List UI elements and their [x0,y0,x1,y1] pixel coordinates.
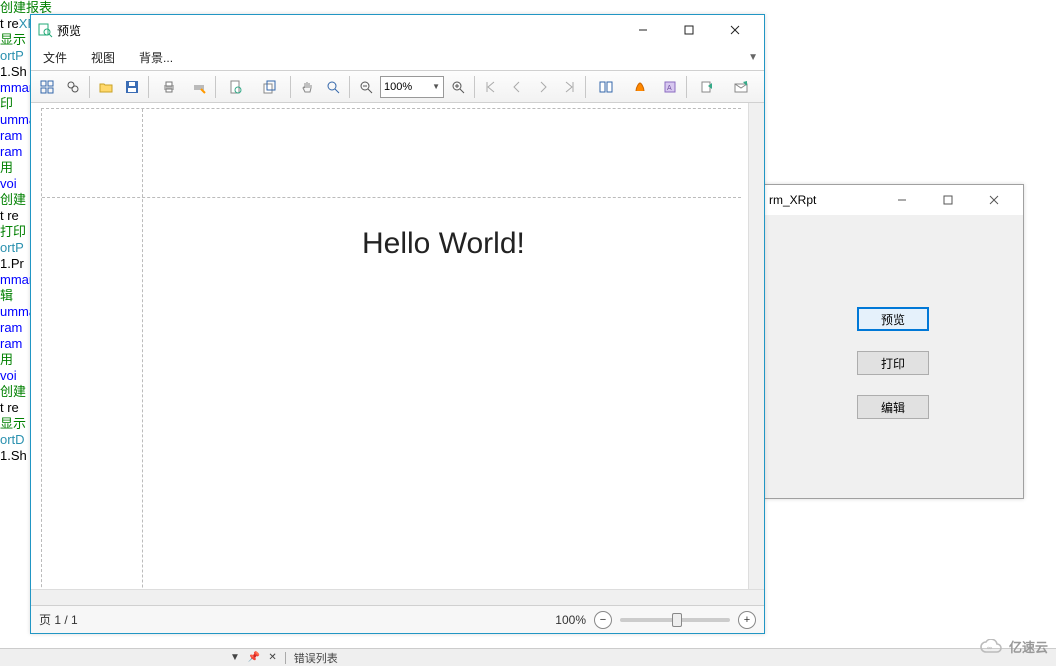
zoom-combo[interactable]: 100% [380,76,444,98]
minimize-button[interactable] [620,15,666,45]
menubar: 文件 视图 背景... ▼ [31,45,764,71]
svg-text:∞: ∞ [987,645,992,652]
preview-title: 预览 [57,22,620,39]
prev-page-icon[interactable] [505,75,529,99]
form-window: rm_XRpt 预览 打印 编辑 [762,184,1024,499]
page: Hello World! [41,108,741,589]
color-icon[interactable] [624,75,656,99]
menu-background[interactable]: 背景... [133,47,179,68]
zoom-slider[interactable] [620,618,730,622]
preview-titlebar[interactable]: 预览 [31,15,764,45]
watermark-text: 亿速云 [1009,637,1048,656]
next-page-icon[interactable] [531,75,555,99]
minimize-button[interactable] [879,185,925,215]
cloud-icon: ∞ [979,639,1005,655]
maximize-button[interactable] [925,185,971,215]
app-icon [37,22,53,38]
watermark-icon[interactable]: A [658,75,682,99]
dropdown-icon[interactable]: ▼ [230,652,240,663]
menu-overflow[interactable]: ▼ [748,52,758,63]
form-titlebar[interactable]: rm_XRpt [763,185,1023,215]
send-icon[interactable] [725,75,757,99]
statusbar: 页 1 / 1 100% − + [31,605,764,633]
print-button[interactable]: 打印 [857,351,929,375]
document-content: Hello World! [362,227,525,261]
horizontal-scrollbar[interactable] [31,589,764,605]
toolbar: 100% A [31,71,764,103]
scale-icon[interactable] [254,75,286,99]
document-viewport[interactable]: Hello World! [31,103,748,589]
print-icon[interactable] [153,75,185,99]
menu-view[interactable]: 视图 [85,47,121,68]
hand-tool-icon[interactable] [295,75,319,99]
zoom-slider-thumb[interactable] [672,613,682,627]
save-icon[interactable] [120,75,144,99]
zoom-out-button[interactable]: − [594,611,612,629]
menu-file[interactable]: 文件 [37,47,73,68]
svg-text:A: A [667,85,672,92]
maximize-button[interactable] [666,15,712,45]
multipage-icon[interactable] [590,75,622,99]
open-icon[interactable] [94,75,118,99]
find-icon[interactable] [61,75,85,99]
zoom-value: 100% [384,81,412,93]
page-indicator: 页 1 / 1 [39,611,78,628]
close-button[interactable] [971,185,1017,215]
preview-button[interactable]: 预览 [857,307,929,331]
error-list-tab[interactable]: 错误列表 [294,650,338,666]
first-page-icon[interactable] [479,75,503,99]
export-icon[interactable] [691,75,723,99]
zoom-in-button[interactable]: + [738,611,756,629]
vertical-scrollbar[interactable] [748,103,764,589]
brand-watermark: ∞ 亿速云 [979,637,1048,656]
preview-window: 预览 文件 视图 背景... ▼ 100% [30,14,765,634]
close-icon[interactable]: ✕ [268,652,276,663]
zoom-in-icon[interactable] [446,75,470,99]
last-page-icon[interactable] [557,75,581,99]
edit-button[interactable]: 编辑 [857,395,929,419]
pin-icon[interactable]: 📌 [248,652,260,663]
quick-print-icon[interactable] [187,75,211,99]
form-body: 预览 打印 编辑 [763,215,1023,498]
form-title: rm_XRpt [769,193,879,207]
document-area: Hello World! [31,103,764,589]
zoom-out-icon[interactable] [354,75,378,99]
zoom-indicator: 100% [555,613,586,627]
close-button[interactable] [712,15,758,45]
page-setup-icon[interactable] [220,75,252,99]
magnifier-icon[interactable] [321,75,345,99]
ide-bottom-panel: ▼ 📌 ✕ 错误列表 [0,648,1056,666]
thumbnails-icon[interactable] [35,75,59,99]
